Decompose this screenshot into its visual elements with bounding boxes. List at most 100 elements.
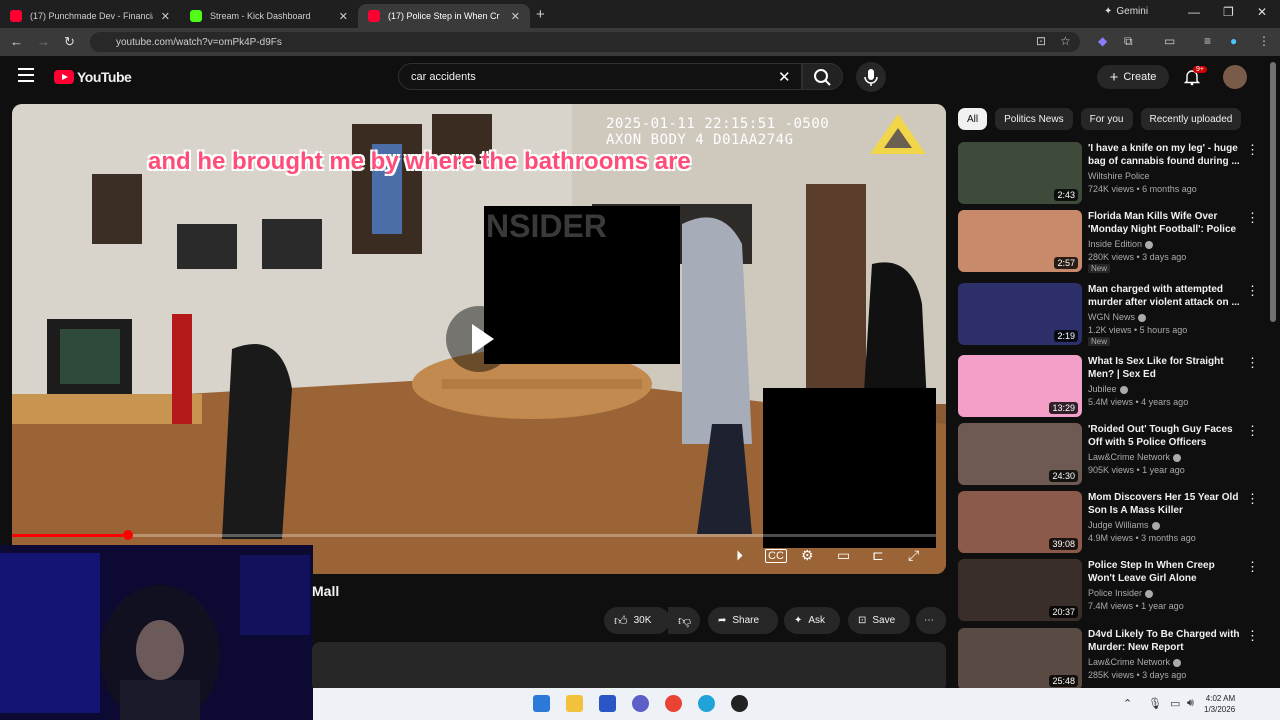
- back-icon[interactable]: ←: [10, 34, 23, 49]
- system-clock[interactable]: 4:02 AM 1/3/2026: [1204, 693, 1235, 715]
- chrome-icon[interactable]: [665, 695, 682, 712]
- recommended-video[interactable]: 13:29 What Is Sex Like for Straight Men? …: [958, 355, 1268, 419]
- recommended-video[interactable]: 25:48 D4vd Likely To Be Charged with Murd…: [958, 628, 1268, 692]
- create-button[interactable]: + Create: [1097, 65, 1169, 89]
- chip-recently-uploaded[interactable]: Recently uploaded: [1140, 108, 1242, 130]
- media-control-icon[interactable]: ≡: [1204, 34, 1211, 48]
- browser-tab-active[interactable]: (17) Police Step in When Cr ✕: [358, 4, 530, 28]
- recommended-title[interactable]: Police Step In When Creep Won't Leave Gi…: [1088, 559, 1242, 585]
- video-thumbnail[interactable]: 20:37: [958, 559, 1082, 621]
- maximize-icon[interactable]: ❐: [1223, 5, 1234, 19]
- tab-search-icon[interactable]: ▭: [1164, 34, 1175, 48]
- recommended-video[interactable]: 20:37 Police Step In When Creep Won't Lea…: [958, 559, 1268, 623]
- store-icon[interactable]: [599, 695, 616, 712]
- search-button[interactable]: [802, 63, 843, 90]
- share-button[interactable]: ➦ Share: [708, 607, 778, 634]
- video-thumbnail[interactable]: 39:08: [958, 491, 1082, 553]
- tray-chevron-icon[interactable]: ⌃: [1123, 697, 1132, 710]
- clear-search-icon[interactable]: ✕: [778, 68, 791, 86]
- cast-icon[interactable]: ⊏: [872, 547, 884, 564]
- gemini-button[interactable]: ✦ Gemini: [1104, 6, 1148, 17]
- more-vertical-icon[interactable]: ⋮: [1246, 142, 1259, 158]
- recommended-title[interactable]: 'Roided Out' Tough Guy Faces Off with 5 …: [1088, 423, 1242, 449]
- channel-name[interactable]: Inside Edition: [1088, 239, 1154, 249]
- bookmark-star-icon[interactable]: ☆: [1060, 34, 1071, 48]
- video-thumbnail[interactable]: 2:19: [958, 283, 1082, 345]
- windows-start-icon[interactable]: [533, 695, 550, 712]
- recommended-video[interactable]: 24:30 'Roided Out' Tough Guy Faces Off wi…: [958, 423, 1268, 487]
- microphone-tray-icon[interactable]: 🎙︎: [1148, 697, 1162, 710]
- chip-all[interactable]: All: [958, 108, 988, 130]
- autoplay-toggle-icon[interactable]: ⏵: [736, 547, 743, 564]
- video-thumbnail[interactable]: 24:30: [958, 423, 1082, 485]
- recommended-title[interactable]: Florida Man Kills Wife Over 'Monday Nigh…: [1088, 210, 1242, 236]
- forward-icon[interactable]: →: [37, 34, 50, 49]
- recommended-title[interactable]: Mom Discovers Her 15 Year Old Son Is A M…: [1088, 491, 1242, 517]
- fullscreen-icon[interactable]: ⤢: [908, 547, 919, 564]
- minimize-icon[interactable]: —: [1188, 5, 1200, 19]
- theater-mode-icon[interactable]: ▭: [837, 547, 850, 564]
- volume-icon[interactable]: 🔊︎: [1187, 697, 1194, 710]
- file-explorer-icon[interactable]: [566, 695, 583, 712]
- video-thumbnail[interactable]: 2:43: [958, 142, 1082, 204]
- recommended-title[interactable]: D4vd Likely To Be Charged with Murder: N…: [1088, 628, 1242, 654]
- more-vertical-icon[interactable]: ⋮: [1246, 355, 1259, 371]
- more-vertical-icon[interactable]: ⋮: [1246, 491, 1259, 507]
- close-tab-icon[interactable]: ✕: [339, 10, 348, 23]
- like-button[interactable]: 👍︎ 30K: [604, 607, 670, 634]
- video-thumbnail[interactable]: 2:57: [958, 210, 1082, 272]
- more-vertical-icon[interactable]: ⋮: [1246, 210, 1259, 226]
- browser-tab[interactable]: (17) Punchmade Dev - Financia ✕: [0, 4, 180, 28]
- account-avatar[interactable]: [1223, 65, 1247, 89]
- browser-menu-icon[interactable]: ⋮: [1258, 34, 1270, 48]
- captions-icon[interactable]: CC: [765, 549, 787, 563]
- channel-name[interactable]: Wiltshire Police: [1088, 171, 1150, 181]
- channel-name[interactable]: Judge Williams: [1088, 520, 1160, 530]
- recommended-video[interactable]: 2:19 Man charged with attempted murder af…: [958, 283, 1268, 347]
- description-box[interactable]: [312, 642, 946, 692]
- close-window-icon[interactable]: ✕: [1257, 5, 1267, 19]
- channel-name[interactable]: Law&Crime Network: [1088, 657, 1182, 667]
- recommended-title[interactable]: 'I have a knife on my leg' - huge bag of…: [1088, 142, 1242, 168]
- play-button-icon[interactable]: [446, 306, 512, 372]
- close-tab-icon[interactable]: ✕: [511, 10, 520, 23]
- reload-icon[interactable]: ↻: [64, 34, 75, 50]
- more-vertical-icon[interactable]: ⋮: [1246, 559, 1259, 575]
- channel-name[interactable]: Jubilee: [1088, 384, 1128, 394]
- recommended-video[interactable]: 2:43 'I have a knife on my leg' - huge ba…: [958, 142, 1268, 206]
- chip-politics-news[interactable]: Politics News: [995, 108, 1073, 130]
- more-vertical-icon[interactable]: ⋮: [1246, 423, 1259, 439]
- recommended-title[interactable]: What Is Sex Like for Straight Men? | Sex…: [1088, 355, 1242, 381]
- extensions-puzzle-icon[interactable]: ⧉: [1124, 34, 1133, 49]
- more-vertical-icon[interactable]: ⋮: [1246, 628, 1259, 644]
- more-actions-button[interactable]: ⋯: [916, 607, 946, 634]
- profile-icon[interactable]: ●: [1230, 34, 1237, 48]
- extension-icon[interactable]: ◆: [1098, 34, 1107, 48]
- close-tab-icon[interactable]: ✕: [161, 10, 170, 23]
- settings-gear-icon[interactable]: ⚙: [801, 547, 814, 564]
- recommended-title[interactable]: Man charged with attempted murder after …: [1088, 283, 1242, 309]
- channel-name[interactable]: Police Insider: [1088, 588, 1154, 598]
- more-vertical-icon[interactable]: ⋮: [1246, 283, 1259, 299]
- video-thumbnail[interactable]: 13:29: [958, 355, 1082, 417]
- install-icon[interactable]: ⊡: [1036, 34, 1046, 48]
- url-input[interactable]: youtube.com/watch?v=omPk4P-d9Fs: [90, 32, 1080, 52]
- ask-button[interactable]: ✦ Ask: [784, 607, 840, 634]
- chat-app-icon[interactable]: [632, 695, 649, 712]
- scrubber-handle[interactable]: [123, 530, 133, 540]
- channel-name[interactable]: WGN News: [1088, 312, 1146, 322]
- network-icon[interactable]: ▭: [1170, 697, 1180, 710]
- hamburger-menu-icon[interactable]: [18, 68, 34, 82]
- page-scrollbar[interactable]: [1270, 62, 1276, 322]
- app-icon[interactable]: [731, 695, 748, 712]
- edge-icon[interactable]: [698, 695, 715, 712]
- channel-name[interactable]: Law&Crime Network: [1088, 452, 1182, 462]
- dislike-button[interactable]: 👎︎: [668, 607, 700, 634]
- search-input[interactable]: car accidents: [398, 63, 802, 90]
- browser-tab[interactable]: Stream - Kick Dashboard ✕: [180, 4, 358, 28]
- new-tab-icon[interactable]: +: [536, 6, 545, 23]
- recommended-video[interactable]: 2:57 Florida Man Kills Wife Over 'Monday …: [958, 210, 1268, 274]
- youtube-logo[interactable]: YouTube: [54, 69, 132, 85]
- save-button[interactable]: ⊡ Save: [848, 607, 910, 634]
- video-thumbnail[interactable]: 25:48: [958, 628, 1082, 690]
